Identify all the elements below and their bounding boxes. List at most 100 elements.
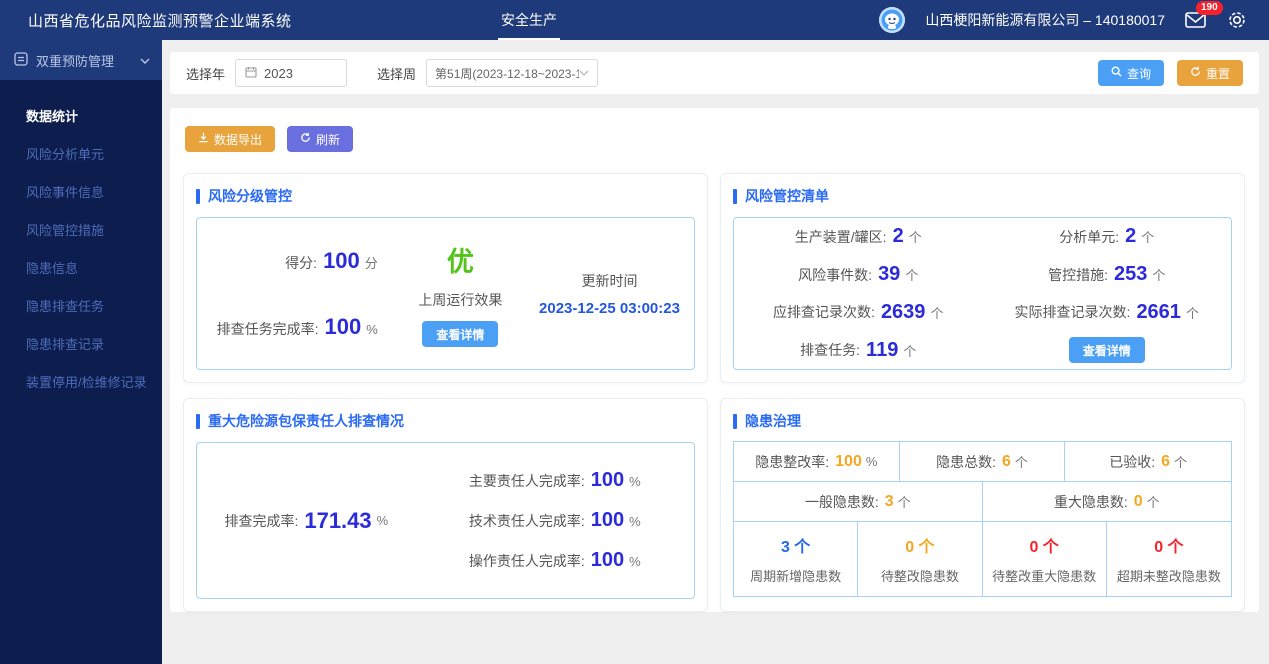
- stat-unit: 个: [897, 495, 911, 510]
- score-stat: 得分: 100 分: [285, 248, 378, 274]
- stat-value: 6: [1161, 452, 1171, 470]
- counter-value: 3 个: [780, 539, 811, 556]
- grade-value: 优: [446, 247, 474, 277]
- stat-unit: 个: [930, 305, 944, 321]
- card-title-text: 重大危险源包保责任人排查情况: [208, 413, 404, 429]
- view-details-button[interactable]: 查看详情: [422, 321, 499, 347]
- sidebar-item-risk-analysis-unit[interactable]: 风险分析单元: [0, 136, 162, 174]
- year-input[interactable]: 2023: [235, 59, 348, 87]
- card-risk-control-list: 风险管控清单 生产装置/罐区: 2 个 分析单元: 2 个 风险事件数: 39 …: [720, 173, 1245, 383]
- stat-value: 119: [866, 338, 899, 361]
- stat-label: 分析单元:: [1059, 228, 1120, 245]
- stat-risk-events: 风险事件数: 39 个: [734, 256, 983, 294]
- stat-rectification-rate: 隐患整改率: 100 %: [734, 442, 900, 481]
- sidebar-group-label: 双重预防管理: [36, 53, 115, 69]
- title-bar: [733, 188, 737, 204]
- stat-technical-responsible: 技术责任人完成率: 100 %: [469, 509, 641, 532]
- chevron-down-icon: [140, 53, 150, 68]
- stat-unit: %: [629, 514, 641, 529]
- grade-caption: 上周运行效果: [418, 292, 503, 308]
- major-hazard-box: 排查完成率: 171.43 % 主要责任人完成率: 100 % 技术责任人完成率…: [196, 442, 695, 599]
- title-bar: [733, 413, 737, 429]
- stat-value: 100: [590, 469, 625, 491]
- refresh-button[interactable]: 刷新: [287, 126, 354, 152]
- stat-control-measures: 管控措施: 253 个: [983, 256, 1232, 294]
- stat-inspection-tasks: 排查任务: 119 个: [734, 331, 983, 369]
- hidden-danger-table: 隐患整改率: 100 % 隐患总数: 6 个 已验收: 6 个 一般隐患数: 3…: [733, 441, 1232, 597]
- search-icon: [1111, 66, 1122, 80]
- counter-value: 0 个: [1029, 539, 1059, 556]
- stat-label: 风险事件数:: [798, 266, 873, 283]
- stat-unit: %: [376, 513, 389, 528]
- sidebar-item-risk-event-info[interactable]: 风险事件信息: [0, 174, 162, 212]
- card-hidden-danger-title: 隐患治理: [733, 411, 1232, 431]
- score-value: 100: [323, 247, 360, 273]
- stat-unit: 个: [1174, 455, 1188, 470]
- task-rate-stat: 排查任务完成率: 100 %: [217, 314, 378, 340]
- stat-value: 0: [1133, 492, 1143, 510]
- stat-value: 3: [884, 492, 894, 510]
- card-risk-control-list-title: 风险管控清单: [733, 186, 1232, 206]
- stat-general-dangers: 一般隐患数: 3 个: [734, 482, 983, 521]
- stat-unit: 个: [908, 230, 922, 246]
- view-details-button[interactable]: 查看详情: [1068, 337, 1145, 364]
- mail-icon[interactable]: 190: [1185, 1, 1223, 30]
- stat-label: 隐患整改率:: [755, 453, 830, 470]
- gear-icon[interactable]: [1227, 10, 1247, 30]
- update-time-value: 2023-12-25 03:00:23: [539, 299, 680, 317]
- sidebar-item-inspection-records[interactable]: 隐患排查记录: [0, 326, 162, 364]
- week-select[interactable]: 第51周(2023-12-18~2023-12-24: [426, 59, 599, 87]
- stat-unit: 个: [905, 268, 919, 284]
- topbar: 山西省危化品风险监测预警企业端系统 安全生产 山西梗阳新能源有限公司 – 140…: [0, 0, 1269, 40]
- stat-unit: %: [629, 554, 641, 569]
- sidebar-item-device-shutdown-records[interactable]: 装置停用/检维修记录: [0, 364, 162, 402]
- query-button-label: 查询: [1126, 66, 1151, 81]
- stat-unit: 个: [1152, 268, 1166, 284]
- card-risk-grading-title: 风险分级管控: [196, 186, 695, 206]
- week-filter-label: 选择周: [377, 66, 417, 82]
- sidebar-item-hidden-danger-info[interactable]: 隐患信息: [0, 250, 162, 288]
- stat-value: 100: [835, 452, 862, 470]
- stat-unit: 个: [1185, 305, 1199, 321]
- stat-label: 一般隐患数:: [804, 493, 879, 510]
- sidebar-item-inspection-tasks[interactable]: 隐患排查任务: [0, 288, 162, 326]
- stat-label: 技术责任人完成率:: [468, 513, 585, 529]
- stat-label: 管控措施:: [1048, 266, 1108, 283]
- risk-grading-box: 得分: 100 分 排查任务完成率: 100 % 优 上周运行效果 查看详情 更…: [196, 217, 695, 370]
- year-value: 2023: [264, 65, 293, 81]
- avatar[interactable]: [879, 7, 906, 33]
- sidebar-item-data-statistics[interactable]: 数据统计: [0, 98, 162, 136]
- content-panel: 数据导出 刷新 风险分级管控 得分: 100 分 排查任务完成率: 100 % …: [170, 108, 1259, 612]
- reset-icon: [1190, 66, 1201, 80]
- counter-value: 0 个: [1154, 539, 1184, 556]
- stat-inspection-completion: 排查完成率: 171.43 %: [197, 443, 416, 598]
- card-title-text: 风险管控清单: [745, 188, 829, 204]
- stat-unit: %: [629, 474, 641, 489]
- clipboard-icon: [14, 51, 28, 69]
- title-bar: [196, 188, 200, 204]
- counter-new-dangers: 3 个 周期新增隐患数: [734, 522, 859, 596]
- stat-value: 39: [878, 263, 901, 286]
- stat-value: 2639: [880, 300, 926, 323]
- data-export-button[interactable]: 数据导出: [185, 126, 276, 152]
- stat-label: 应排查记录次数:: [773, 304, 875, 321]
- action-row: 数据导出 刷新: [185, 126, 1245, 152]
- tab-safety-production[interactable]: 安全生产: [498, 0, 560, 40]
- sidebar-group-dual-prevention[interactable]: 双重预防管理: [0, 40, 162, 80]
- stat-label: 重大隐患数:: [1053, 493, 1128, 510]
- stat-label: 排查完成率:: [224, 512, 299, 529]
- stat-main-responsible: 主要责任人完成率: 100 %: [469, 469, 641, 492]
- reset-button[interactable]: 重置: [1176, 60, 1243, 86]
- mail-badge: 190: [1196, 1, 1223, 15]
- system-title: 山西省危化品风险监测预警企业端系统: [28, 12, 292, 30]
- card-risk-grading: 风险分级管控 得分: 100 分 排查任务完成率: 100 % 优 上周运行效果…: [183, 173, 708, 383]
- stat-label: 排查任务:: [800, 342, 861, 359]
- stat-value: 2: [1125, 225, 1137, 248]
- counter-pending-rectification: 0 个 待整改隐患数: [858, 522, 983, 596]
- stat-value: 100: [590, 509, 625, 531]
- main-content: 选择年 2023 选择周 第51周(2023-12-18~2023-12-24: [162, 40, 1269, 664]
- sidebar: 双重预防管理 数据统计 风险分析单元 风险事件信息 风险管控措施 隐患信息 隐患…: [0, 40, 162, 664]
- stat-accepted: 已验收: 6 个: [1065, 442, 1231, 481]
- query-button[interactable]: 查询: [1097, 60, 1164, 86]
- sidebar-item-risk-control-measures[interactable]: 风险管控措施: [0, 212, 162, 250]
